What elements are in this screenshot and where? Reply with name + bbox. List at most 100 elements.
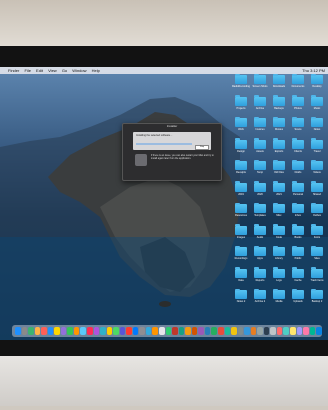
desktop-folder-icon[interactable]: Documents (289, 73, 307, 95)
desktop-folder-icon[interactable]: Notes 2 (232, 288, 250, 310)
desktop-folder-icon[interactable]: Data (232, 267, 250, 289)
dock-app-icon[interactable] (119, 327, 126, 335)
desktop-folder-icon[interactable]: Travel (308, 138, 326, 160)
dock-app-icon[interactable] (93, 327, 100, 335)
menu-help[interactable]: Help (92, 68, 100, 73)
dock-app-icon[interactable] (191, 327, 198, 335)
dock-app-icon[interactable] (257, 327, 263, 335)
desktop-folder-icon[interactable]: Fonts (308, 224, 326, 246)
dock-app-icon[interactable] (250, 327, 257, 335)
dock-app-icon[interactable] (60, 327, 67, 335)
desktop-folder-icon[interactable]: Archive 2 (251, 288, 269, 310)
dock-app-icon[interactable] (80, 327, 87, 335)
desktop-folder-icon[interactable]: Work (232, 116, 250, 138)
desktop-folder-icon[interactable]: Desktop (308, 73, 326, 95)
menu-go[interactable]: Go (62, 68, 67, 73)
desktop-folder-icon[interactable]: Apps (251, 245, 269, 267)
desktop-folder-icon[interactable]: 2019 (232, 181, 250, 203)
desktop-folder-icon[interactable]: Code (270, 224, 288, 246)
desktop-folder-icon[interactable]: Music (308, 95, 326, 117)
desktop-folder-icon[interactable]: Exports (270, 138, 288, 160)
dock-app-icon[interactable] (237, 327, 244, 335)
menu-window[interactable]: Window (72, 68, 86, 73)
desktop-folder-icon[interactable]: Misc (270, 202, 288, 224)
desktop-folder-icon[interactable]: Design (232, 138, 250, 160)
desktop-folder-icon[interactable]: Shared (308, 181, 326, 203)
desktop-folder-icon[interactable]: Templates (251, 202, 269, 224)
dock-app-icon[interactable] (289, 327, 296, 335)
dock-app-icon[interactable] (159, 327, 165, 335)
dock-app-icon[interactable] (185, 327, 191, 335)
desktop-folder-icon[interactable]: 2020 (251, 181, 269, 203)
dock-app-icon[interactable] (152, 327, 159, 335)
desktop-folder-icon[interactable]: Images (232, 224, 250, 246)
desktop-folder-icon[interactable]: Invoices (251, 116, 269, 138)
desktop-folder-icon[interactable]: Receipts (232, 159, 250, 181)
dock-app-icon[interactable] (283, 327, 289, 335)
dock-app-icon[interactable] (296, 327, 303, 335)
dock-app-icon[interactable] (224, 327, 231, 335)
desktop-folder-icon[interactable]: Archive (251, 95, 269, 117)
dock-app-icon[interactable] (41, 327, 47, 335)
dock-app-icon[interactable] (309, 327, 316, 335)
desktop-folder-icon[interactable]: Old Files (270, 159, 288, 181)
desktop-folder-icon[interactable]: Inbox (289, 202, 307, 224)
desktop-folder-icon[interactable]: Library (270, 245, 288, 267)
desktop-folder-icon[interactable]: 2021 (270, 181, 288, 203)
dock-app-icon[interactable] (217, 327, 224, 335)
stop-button[interactable]: Stop (195, 145, 209, 150)
dock-app-icon[interactable] (28, 327, 34, 335)
dock-app-icon[interactable] (139, 327, 145, 335)
dock-app-icon[interactable] (113, 327, 119, 335)
desktop-folder-icon[interactable]: Books (289, 224, 307, 246)
desktop-folder-icon[interactable]: Reports (251, 267, 269, 289)
dock-app-icon[interactable] (47, 327, 54, 335)
desktop-folder-icon[interactable]: Cache (289, 267, 307, 289)
desktop-folder-icon[interactable]: Backup 2 (308, 288, 326, 310)
desktop-folder-icon[interactable]: Recordings (232, 245, 250, 267)
dock-app-icon[interactable] (263, 327, 270, 335)
desktop-folder-icon[interactable]: Photos (289, 95, 307, 117)
desktop-folder-icon[interactable]: Notes (308, 116, 326, 138)
desktop-folder-icon[interactable]: Outbox (308, 202, 326, 224)
desktop-folder-icon[interactable]: Temp (251, 159, 269, 181)
menu-edit[interactable]: Edit (36, 68, 43, 73)
dock-app-icon[interactable] (106, 327, 113, 335)
dock-app-icon[interactable] (244, 327, 250, 335)
desktop-folder-icon[interactable]: Resources (232, 202, 250, 224)
desktop-folder-icon[interactable]: RadioRecordings (232, 73, 250, 95)
desktop-folder-icon[interactable]: Public (289, 245, 307, 267)
desktop-folder-icon[interactable]: Audio (251, 224, 269, 246)
desktop-folder-icon[interactable]: Sites (308, 245, 326, 267)
dock-app-icon[interactable] (303, 327, 309, 335)
dock-app-icon[interactable] (67, 327, 73, 335)
menu-view[interactable]: View (48, 68, 57, 73)
dock-app-icon[interactable] (204, 327, 211, 335)
dock-app-icon[interactable] (54, 327, 60, 335)
desktop-folder-icon[interactable]: Assets (251, 138, 269, 160)
desktop-folder-icon[interactable]: Projects (232, 95, 250, 117)
dock-app-icon[interactable] (231, 327, 237, 335)
dock-app-icon[interactable] (145, 327, 152, 335)
dock-app-icon[interactable] (172, 327, 178, 335)
dock-app-icon[interactable] (87, 327, 93, 335)
dock-app-icon[interactable] (165, 327, 172, 335)
desktop-folder-icon[interactable]: Videos (308, 159, 326, 181)
dock-app-icon[interactable] (73, 327, 80, 335)
dock-app-icon[interactable] (276, 327, 283, 335)
desktop-folder-icon[interactable]: Logs (270, 267, 288, 289)
dock-app-icon[interactable] (316, 327, 322, 335)
dock-app-icon[interactable] (15, 327, 21, 335)
desktop-folder-icon[interactable]: Backups (270, 95, 288, 117)
desktop-folder-icon[interactable]: Scans (289, 116, 307, 138)
dock-app-icon[interactable] (198, 327, 204, 335)
desktop-folder-icon[interactable]: Uploads (289, 288, 307, 310)
dock-app-icon[interactable] (34, 327, 41, 335)
desktop-folder-icon[interactable]: Personal (289, 181, 307, 203)
menu-file[interactable]: File (24, 68, 30, 73)
dock-app-icon[interactable] (132, 327, 139, 335)
dock-app-icon[interactable] (178, 327, 185, 335)
dock-app-icon[interactable] (211, 327, 217, 335)
dock-app-icon[interactable] (270, 327, 276, 335)
dock-app-icon[interactable] (126, 327, 132, 335)
